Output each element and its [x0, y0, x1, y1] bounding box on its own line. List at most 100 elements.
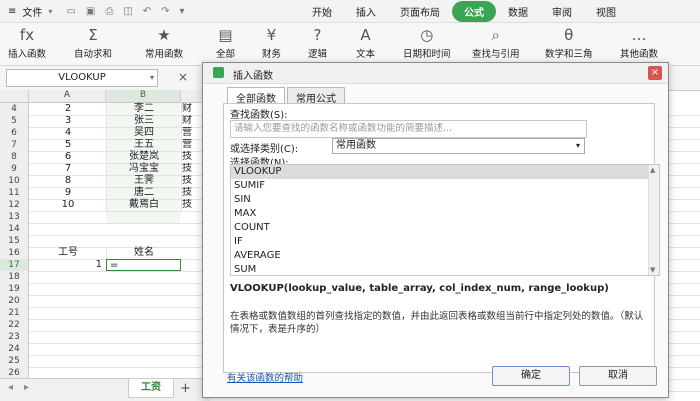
cell-c[interactable]: 技: [181, 151, 202, 163]
cell-c[interactable]: 营: [181, 139, 202, 151]
add-sheet-icon[interactable]: +: [180, 381, 191, 396]
function-list-item[interactable]: IF: [231, 235, 659, 249]
row-header[interactable]: 13: [0, 211, 29, 223]
function-list[interactable]: VLOOKUP SUMIF SIN MAX COUNT IF AVERAGE SUM ▲ ▼: [230, 164, 660, 276]
undo-icon[interactable]: ↶: [143, 6, 151, 17]
cell-c[interactable]: 财: [181, 115, 202, 127]
ribbon-button-8[interactable]: ⌕ 查找与引用: [472, 25, 520, 60]
tab-2[interactable]: 页面布局: [388, 1, 452, 22]
cell-a[interactable]: 1: [30, 259, 106, 271]
cell-c[interactable]: 技: [181, 175, 202, 187]
cell-c[interactable]: 技: [181, 199, 202, 211]
row-header[interactable]: 7: [0, 139, 29, 151]
ok-button[interactable]: 确定: [492, 366, 570, 386]
cell-b[interactable]: 冯宝宝: [106, 163, 181, 175]
close-icon[interactable]: ×: [648, 66, 662, 80]
print-icon[interactable]: ⎙: [105, 6, 113, 17]
row-header[interactable]: 8: [0, 151, 29, 163]
cell-b[interactable]: 张三: [106, 115, 181, 127]
row-header[interactable]: 9: [0, 163, 29, 175]
ribbon-button-5[interactable]: ? 逻辑: [308, 25, 327, 60]
row-header[interactable]: 14: [0, 223, 29, 235]
row-header[interactable]: 21: [0, 307, 29, 319]
row-header[interactable]: 25: [0, 355, 29, 367]
tab-all-functions[interactable]: 全部函数: [227, 87, 285, 105]
cell-b[interactable]: 王霁: [106, 175, 181, 187]
ribbon-button-1[interactable]: Σ 自动求和: [74, 25, 112, 60]
sheet-tab-salary[interactable]: 工资: [128, 379, 174, 398]
row-header[interactable]: 4: [0, 103, 29, 115]
row-header[interactable]: 10: [0, 175, 29, 187]
chevron-down-icon[interactable]: ▾: [150, 70, 154, 86]
name-box[interactable]: VLOOKUP ▾: [6, 69, 158, 87]
category-select[interactable]: 常用函数 ▾: [332, 138, 585, 154]
cell-b[interactable]: 吴四: [106, 127, 181, 139]
row-header[interactable]: 17: [0, 259, 29, 271]
row-header[interactable]: 22: [0, 319, 29, 331]
function-help-link[interactable]: 有关该函数的帮助: [227, 370, 303, 384]
row-header[interactable]: 18: [0, 271, 29, 283]
open-icon[interactable]: ▭: [66, 6, 75, 17]
tab-common-formulas[interactable]: 常用公式: [287, 87, 345, 105]
cell-a[interactable]: 2: [30, 103, 106, 115]
cell-b[interactable]: 戴焉白: [106, 199, 181, 211]
ribbon-button-7[interactable]: ◷ 日期和时间: [403, 25, 451, 60]
cell-a[interactable]: 5: [30, 139, 106, 151]
cell-c[interactable]: 技: [181, 187, 202, 199]
cell-b[interactable]: 唐二: [106, 187, 181, 199]
cell-b[interactable]: 王五: [106, 139, 181, 151]
tab-0[interactable]: 开始: [300, 1, 344, 22]
row-header[interactable]: 19: [0, 283, 29, 295]
cell-b[interactable]: =: [106, 259, 181, 271]
cell-c[interactable]: 财: [181, 103, 202, 115]
cell-a[interactable]: 工号: [30, 247, 106, 259]
save-icon[interactable]: ▣: [86, 6, 95, 17]
preview-icon[interactable]: ◫: [123, 6, 132, 17]
cell-a[interactable]: 10: [30, 199, 106, 211]
ribbon-button-10[interactable]: … 其他函数: [620, 25, 658, 60]
column-header-c[interactable]: [181, 90, 203, 103]
column-header-a[interactable]: A: [29, 90, 106, 103]
file-menu[interactable]: ≡ 文件 ▾: [0, 4, 52, 19]
cell-a[interactable]: 3: [30, 115, 106, 127]
function-list-item[interactable]: SIN: [231, 193, 659, 207]
ribbon-button-0[interactable]: fx 插入函数: [8, 25, 46, 60]
row-header[interactable]: 20: [0, 295, 29, 307]
tab-1[interactable]: 插入: [344, 1, 388, 22]
tab-3[interactable]: 公式: [452, 0, 496, 22]
function-list-item[interactable]: SUMIF: [231, 179, 659, 193]
function-list-item[interactable]: COUNT: [231, 221, 659, 235]
cell-b[interactable]: 姓名: [106, 247, 181, 259]
function-list-item[interactable]: MAX: [231, 207, 659, 221]
cell-a[interactable]: 8: [30, 175, 106, 187]
cell-a[interactable]: 4: [30, 127, 106, 139]
row-header[interactable]: 5: [0, 115, 29, 127]
scroll-down-icon[interactable]: ▼: [650, 266, 655, 274]
ribbon-button-4[interactable]: ¥ 财务: [262, 25, 281, 60]
ribbon-button-9[interactable]: θ 数学和三角: [545, 25, 593, 60]
cell-a[interactable]: 6: [30, 151, 106, 163]
cell-b[interactable]: 张楚岚: [106, 151, 181, 163]
cell-a[interactable]: 7: [30, 163, 106, 175]
scroll-up-icon[interactable]: ▲: [650, 166, 655, 174]
column-header-b[interactable]: B: [106, 90, 181, 103]
search-input[interactable]: 请输入您要查找的函数名称或函数功能的简要描述...: [230, 120, 587, 138]
cell-a[interactable]: 9: [30, 187, 106, 199]
function-list-item[interactable]: SUM: [231, 263, 659, 275]
row-header[interactable]: 16: [0, 247, 29, 259]
ribbon-button-6[interactable]: A 文本: [356, 25, 375, 60]
prev-sheet-icon[interactable]: ◂: [8, 382, 13, 393]
ribbon-button-3[interactable]: ▤ 全部: [216, 25, 235, 60]
row-header[interactable]: 23: [0, 331, 29, 343]
select-all-corner[interactable]: [0, 90, 29, 103]
function-list-scrollbar[interactable]: ▲ ▼: [648, 165, 659, 275]
row-header[interactable]: 6: [0, 127, 29, 139]
cancel-button[interactable]: 取消: [579, 366, 657, 386]
row-header[interactable]: 11: [0, 187, 29, 199]
cell-c[interactable]: 营: [181, 127, 202, 139]
cancel-formula-icon[interactable]: ×: [178, 70, 188, 84]
more-icon[interactable]: ▾: [180, 6, 185, 17]
function-list-item[interactable]: VLOOKUP: [231, 165, 659, 179]
cell-c[interactable]: 技: [181, 163, 202, 175]
ribbon-button-2[interactable]: ★ 常用函数: [145, 25, 183, 60]
